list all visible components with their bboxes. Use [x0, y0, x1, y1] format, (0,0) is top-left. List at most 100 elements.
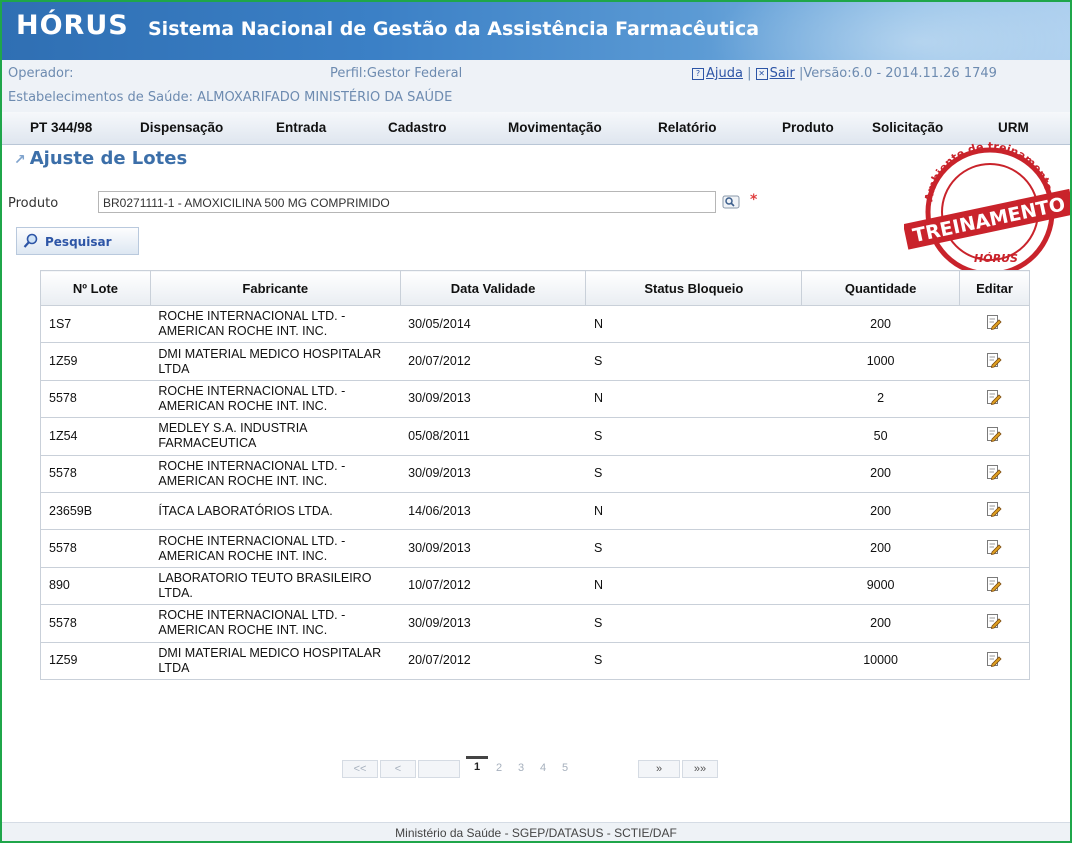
menu-item-entrada[interactable]: Entrada	[276, 120, 326, 135]
cell-quantidade: 200	[801, 491, 960, 531]
cell-validade: 20/07/2012	[400, 641, 586, 680]
cell-validade: 30/09/2013	[400, 379, 586, 419]
cell-validade: 30/09/2013	[400, 604, 586, 643]
app-title: Sistema Nacional de Gestão da Assistênci…	[148, 18, 760, 40]
table-body: 1S7 ROCHE INTERNACIONAL LTD. - AMERICAN R…	[40, 304, 1030, 680]
cell-fabricante: ROCHE INTERNACIONAL LTD. - AMERICAN ROCH…	[150, 529, 401, 568]
page-5[interactable]: 5	[554, 760, 576, 776]
cell-status: S	[585, 417, 802, 456]
cell-editar	[959, 417, 1030, 456]
cell-lote: 23659B	[40, 491, 151, 531]
operador-label: Operador:	[8, 66, 74, 81]
cell-quantidade: 200	[801, 454, 960, 493]
cell-editar	[959, 604, 1030, 643]
perfil-label: Perfil:Gestor Federal	[330, 66, 463, 81]
cell-status: S	[585, 529, 802, 568]
cell-lote: 1Z59	[40, 342, 151, 381]
info-bar: Operador: Perfil:Gestor Federal ? Ajuda |…	[2, 60, 1070, 113]
cell-status: N	[585, 566, 802, 606]
cell-quantidade: 50	[801, 417, 960, 456]
cell-editar	[959, 342, 1030, 381]
edit-icon[interactable]	[986, 576, 1002, 592]
table-row: 5578 ROCHE INTERNACIONAL LTD. - AMERICAN …	[40, 454, 1030, 493]
menu-item-produto[interactable]: Produto	[782, 120, 834, 135]
logout-link[interactable]: Sair	[770, 66, 795, 81]
table-row: 5578 ROCHE INTERNACIONAL LTD. - AMERICAN …	[40, 604, 1030, 643]
lotes-table: Nº Lote Fabricante Data Validade Status …	[40, 270, 1030, 680]
cell-status: S	[585, 454, 802, 493]
cell-editar	[959, 641, 1030, 680]
table-row: 1Z59 DMI MATERIAL MEDICO HOSPITALAR LTDA 2…	[40, 342, 1030, 381]
table-row: 890 LABORATORIO TEUTO BRASILEIRO LTDA. 10/…	[40, 566, 1030, 606]
menu-item-solicitacao[interactable]: Solicitação	[872, 120, 943, 135]
help-icon: ?	[692, 67, 704, 80]
cell-validade: 30/09/2013	[400, 454, 586, 493]
page-1[interactable]: 1	[466, 756, 488, 775]
cell-lote: 5578	[40, 529, 151, 568]
edit-icon[interactable]	[986, 389, 1002, 405]
cell-validade: 10/07/2012	[400, 566, 586, 606]
required-marker: *	[750, 192, 758, 208]
cell-status: N	[585, 491, 802, 531]
next-page-button[interactable]: »	[638, 760, 680, 778]
edit-icon[interactable]	[986, 314, 1002, 331]
produto-field[interactable]: BR0271111-1 - AMOXICILINA 500 MG COMPRIM…	[98, 191, 716, 213]
page-4[interactable]: 4	[532, 760, 554, 776]
header-status[interactable]: Status Bloqueio	[585, 270, 803, 306]
cell-lote: 1S7	[40, 304, 151, 344]
prev-page-button[interactable]: <	[380, 760, 416, 778]
establishment-label: Estabelecimentos de Saúde: ALMOXARIFADO …	[8, 90, 453, 105]
table-row: 23659B ÍTACA LABORATÓRIOS LTDA. 14/06/2013…	[40, 491, 1030, 531]
page-2[interactable]: 2	[488, 760, 510, 776]
cell-editar	[959, 379, 1030, 419]
cell-quantidade: 200	[801, 529, 960, 568]
edit-icon[interactable]	[986, 464, 1002, 480]
edit-icon[interactable]	[986, 352, 1002, 368]
search-button[interactable]: Pesquisar	[16, 227, 139, 255]
menu-item-dispensacao[interactable]: Dispensação	[140, 120, 223, 135]
help-link[interactable]: Ajuda	[706, 66, 743, 81]
cell-lote: 5578	[40, 379, 151, 419]
stamp-bottom-text: HÓRUS	[974, 252, 1018, 265]
cell-status: N	[585, 304, 802, 344]
menu-item-urm[interactable]: URM	[998, 120, 1029, 135]
menu-item-cadastro[interactable]: Cadastro	[388, 120, 447, 135]
page-3[interactable]: 3	[510, 760, 532, 776]
cell-quantidade: 200	[801, 604, 960, 643]
cell-editar	[959, 566, 1030, 606]
cell-editar	[959, 454, 1030, 493]
cell-validade: 30/09/2013	[400, 529, 586, 568]
table-row: 1Z54 MEDLEY S.A. INDUSTRIA FARMACEUTICA 05…	[40, 417, 1030, 456]
menu-item-pt344[interactable]: PT 344/98	[30, 120, 92, 135]
edit-icon[interactable]	[986, 613, 1002, 630]
header-validade[interactable]: Data Validade	[399, 270, 587, 306]
cell-status: N	[585, 379, 802, 419]
pager-spacer	[418, 760, 460, 778]
edit-icon[interactable]	[986, 539, 1002, 555]
close-icon: ✕	[755, 67, 768, 80]
header-lote[interactable]: Nº Lote	[40, 270, 151, 306]
edit-icon[interactable]	[986, 426, 1002, 443]
search-button-label: Pesquisar	[45, 235, 112, 249]
header-editar: Editar	[959, 270, 1030, 306]
cell-quantidade: 10000	[801, 641, 960, 680]
header-quantidade[interactable]: Quantidade	[801, 270, 961, 306]
menu-item-relatorio[interactable]: Relatório	[658, 120, 717, 135]
cell-fabricante: ROCHE INTERNACIONAL LTD. - AMERICAN ROCH…	[150, 604, 401, 643]
cell-fabricante: ROCHE INTERNACIONAL LTD. - AMERICAN ROCH…	[150, 304, 401, 344]
cell-fabricante: ROCHE INTERNACIONAL LTD. - AMERICAN ROCH…	[150, 379, 401, 419]
last-page-button[interactable]: »»	[682, 760, 718, 778]
edit-icon[interactable]	[986, 651, 1002, 667]
page-title-wrapper: ↗ Ajuste de Lotes	[14, 148, 187, 169]
lookup-icon[interactable]	[722, 193, 740, 211]
cell-status: S	[585, 342, 802, 381]
first-page-button[interactable]: <<	[342, 760, 378, 778]
header-fabricante[interactable]: Fabricante	[149, 270, 401, 306]
table-row: 1S7 ROCHE INTERNACIONAL LTD. - AMERICAN R…	[40, 304, 1030, 344]
edit-icon[interactable]	[986, 501, 1002, 518]
footer: Ministério da Saúde - SGEP/DATASUS - SCT…	[2, 822, 1070, 841]
cell-fabricante: DMI MATERIAL MEDICO HOSPITALAR LTDA	[150, 342, 401, 381]
menu-item-movimentacao[interactable]: Movimentação	[508, 120, 602, 135]
cell-editar	[959, 491, 1030, 531]
table-header-row: Nº Lote Fabricante Data Validade Status …	[40, 270, 1030, 306]
